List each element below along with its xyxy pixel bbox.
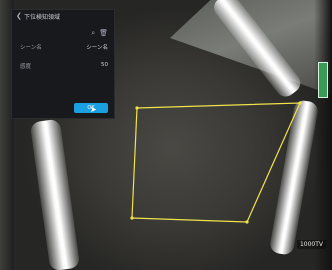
region-vertex — [135, 106, 139, 110]
back-icon[interactable]: ❮ — [16, 12, 24, 20]
panel-header: ❮ 下位検知領域 — [12, 10, 114, 22]
scene-value[interactable]: シーン名 — [86, 43, 108, 51]
panel-tools: ⌕ 🗑 — [91, 29, 108, 38]
scene-label: シーン名 — [20, 45, 42, 51]
region-vertex — [130, 216, 134, 220]
scene-row: シーン名 シーン名 — [20, 43, 108, 51]
sensitivity-row: 感度 50 — [20, 62, 108, 70]
settings-panel: ❮ 下位検知領域 ⌕ 🗑 シーン名 シーン名 感度 50 OK — [11, 9, 115, 119]
mouse-cursor-icon: ➤ — [90, 105, 97, 114]
panel-title: 下位検知領域 — [24, 13, 61, 21]
sensitivity-value[interactable]: 50 — [101, 62, 108, 70]
region-vertex — [245, 220, 249, 224]
delete-icon[interactable]: 🗑 — [99, 29, 108, 38]
sensitivity-label: 感度 — [20, 64, 32, 70]
region-vertex — [298, 101, 302, 105]
watermark: 1000TV — [296, 240, 326, 249]
detection-region-polygon — [131, 102, 301, 223]
zoom-icon[interactable]: ⌕ — [91, 29, 95, 38]
camera-screen: 1000TV ❮ 下位検知領域 ⌕ 🗑 シーン名 シーン名 感度 50 OK ➤ — [0, 0, 332, 270]
